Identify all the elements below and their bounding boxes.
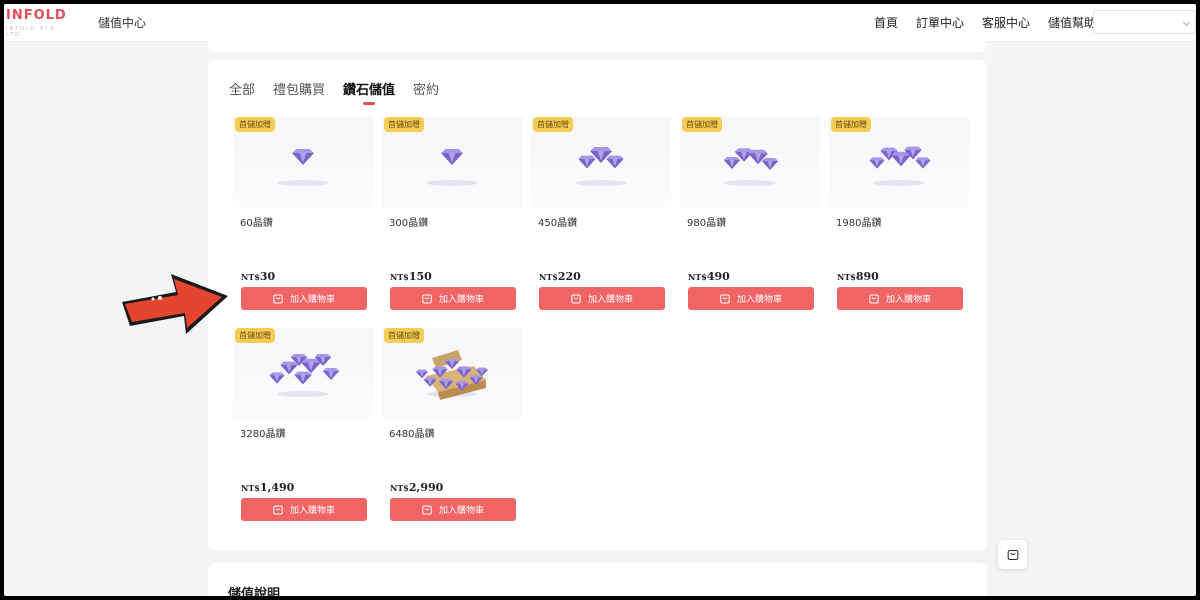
logo-subtext: INFOLD PTE. LTD. xyxy=(6,26,60,38)
product-card[interactable]: 首儲加贈 980晶鑽 NT$490 加入購物車 xyxy=(680,117,820,315)
add-to-cart-label: 加入購物車 xyxy=(289,295,335,305)
product-name: 1980晶鑽 xyxy=(836,218,882,229)
shopping-bag-icon xyxy=(422,294,432,303)
price-currency: NT$ xyxy=(390,272,409,282)
add-to-cart-label: 加入購物車 xyxy=(438,506,484,516)
product-card[interactable]: 首儲加贈 6480晶鑽 NT$2,990 加入購物車 xyxy=(382,328,522,526)
language-select[interactable] xyxy=(1093,10,1196,34)
topup-info-title: 儲值說明 xyxy=(228,587,281,596)
price-currency: NT$ xyxy=(837,272,856,282)
add-to-cart-button[interactable]: 加入購物車 xyxy=(837,287,963,310)
product-price: NT$2,990 xyxy=(390,481,443,494)
product-price: NT$490 xyxy=(688,270,730,283)
add-to-cart-button[interactable]: 加入購物車 xyxy=(241,498,367,521)
add-to-cart-button[interactable]: 加入購物車 xyxy=(241,287,367,310)
shopping-bag-icon xyxy=(422,505,432,514)
add-to-cart-label: 加入購物車 xyxy=(289,506,335,516)
brand-logo[interactable]: INFOLD INFOLD PTE. LTD. xyxy=(6,8,76,39)
shopping-bag-icon xyxy=(1007,549,1018,560)
topup-info-panel: 儲值說明 xyxy=(208,563,987,596)
product-name: 60晶鑽 xyxy=(240,218,273,229)
price-amount: 1,490 xyxy=(259,481,295,494)
first-topup-bonus-badge: 首儲加贈 xyxy=(235,117,275,132)
product-image[interactable]: 首儲加贈 xyxy=(829,117,969,207)
product-price: NT$30 xyxy=(241,270,275,283)
product-price: NT$890 xyxy=(837,270,879,283)
product-image[interactable]: 首儲加贈 xyxy=(680,117,820,207)
first-topup-bonus-badge: 首儲加贈 xyxy=(384,328,424,343)
product-card[interactable]: 首儲加贈 300晶鑽 NT$150 加入購物車 xyxy=(382,117,522,315)
price-currency: NT$ xyxy=(241,272,260,282)
price-currency: NT$ xyxy=(688,272,707,282)
price-amount: 150 xyxy=(408,270,432,283)
product-image[interactable]: 首儲加贈 xyxy=(382,117,522,207)
main-nav: 首頁 訂單中心 客服中心 儲值幫助 xyxy=(874,14,1114,31)
price-currency: NT$ xyxy=(390,483,409,493)
add-to-cart-label: 加入購物車 xyxy=(736,295,782,305)
tab-gift-packs[interactable]: 禮包購買 xyxy=(273,79,325,98)
first-topup-bonus-badge: 首儲加贈 xyxy=(533,117,573,132)
add-to-cart-label: 加入購物車 xyxy=(587,295,633,305)
tab-all[interactable]: 全部 xyxy=(229,79,255,98)
product-panel: 全部 禮包購買 鑽石儲值 密約 首儲加贈 60晶鑽 NT$30 加入購物車 首儲加贈 30… xyxy=(208,60,987,551)
first-topup-bonus-badge: 首儲加贈 xyxy=(682,117,722,132)
nav-topup-help[interactable]: 儲值幫助 xyxy=(1048,14,1096,31)
add-to-cart-button[interactable]: 加入購物車 xyxy=(688,287,814,310)
chevron-down-icon xyxy=(1182,18,1191,27)
first-topup-bonus-badge: 首儲加贈 xyxy=(831,117,871,132)
tab-diamond-topup[interactable]: 鑽石儲值 xyxy=(343,79,395,105)
red-arrow-annotation xyxy=(122,274,228,334)
product-price: NT$220 xyxy=(539,270,581,283)
price-amount: 30 xyxy=(259,270,276,283)
previous-section-panel xyxy=(208,30,987,52)
add-to-cart-button[interactable]: 加入購物車 xyxy=(390,498,516,521)
add-to-cart-button[interactable]: 加入購物車 xyxy=(390,287,516,310)
product-name: 450晶鑽 xyxy=(538,218,578,229)
price-amount: 220 xyxy=(557,270,581,283)
product-name: 300晶鑽 xyxy=(389,218,429,229)
product-card[interactable]: 首儲加贈 3280晶鑽 NT$1,490 加入購物車 xyxy=(233,328,373,526)
product-card[interactable]: 首儲加贈 450晶鑽 NT$220 加入購物車 xyxy=(531,117,671,315)
add-to-cart-button[interactable]: 加入購物車 xyxy=(539,287,665,310)
product-price: NT$1,490 xyxy=(241,481,294,494)
product-name: 980晶鑽 xyxy=(687,218,727,229)
product-image[interactable]: 首儲加贈 xyxy=(531,117,671,207)
site-title: 儲值中心 xyxy=(98,16,147,30)
add-to-cart-label: 加入購物車 xyxy=(885,295,931,305)
product-name: 6480晶鑽 xyxy=(389,429,435,440)
nav-support[interactable]: 客服中心 xyxy=(982,14,1030,31)
floating-cart-button[interactable] xyxy=(998,540,1027,569)
price-amount: 2,990 xyxy=(408,481,444,494)
price-currency: NT$ xyxy=(539,272,558,282)
product-name: 3280晶鑽 xyxy=(240,429,286,440)
first-topup-bonus-badge: 首儲加贈 xyxy=(384,117,424,132)
shopping-bag-icon xyxy=(571,294,581,303)
price-amount: 490 xyxy=(706,270,730,283)
price-amount: 890 xyxy=(855,270,879,283)
product-price: NT$150 xyxy=(390,270,432,283)
product-card[interactable]: 首儲加贈 60晶鑽 NT$30 加入購物車 xyxy=(233,117,373,315)
shopping-bag-icon xyxy=(273,294,283,303)
app-window: INFOLD INFOLD PTE. LTD. 儲值中心 首頁 訂單中心 客服中… xyxy=(4,4,1196,596)
shopping-bag-icon xyxy=(869,294,879,303)
product-card[interactable]: 首儲加贈 1980晶鑽 NT$890 加入購物車 xyxy=(829,117,969,315)
add-to-cart-label: 加入購物車 xyxy=(438,295,484,305)
nav-home[interactable]: 首頁 xyxy=(874,14,898,31)
category-tabs: 全部 禮包購買 鑽石儲值 密約 xyxy=(229,79,457,105)
first-topup-bonus-badge: 首儲加贈 xyxy=(235,328,275,343)
product-image[interactable]: 首儲加贈 xyxy=(382,328,522,418)
shopping-bag-icon xyxy=(720,294,730,303)
tab-secret-date[interactable]: 密約 xyxy=(413,79,439,98)
shopping-bag-icon xyxy=(273,505,283,514)
nav-orders[interactable]: 訂單中心 xyxy=(916,14,964,31)
product-image[interactable]: 首儲加贈 xyxy=(233,328,373,418)
price-currency: NT$ xyxy=(241,483,260,493)
product-image[interactable]: 首儲加贈 xyxy=(233,117,373,207)
logo-text: INFOLD xyxy=(6,8,67,23)
